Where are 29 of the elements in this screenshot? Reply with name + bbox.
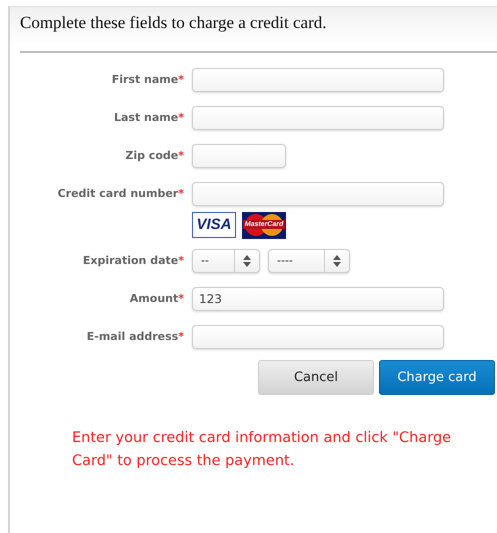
cancel-button[interactable]: Cancel [258,360,374,395]
select-field[interactable]: ---- [268,249,350,273]
input-field[interactable]: 123 [192,287,444,311]
charge-button[interactable]: Charge card [379,360,495,395]
input-field[interactable] [192,182,444,206]
up-down-arrows-icon [243,255,251,267]
field-label: Expiration date [82,254,178,267]
field-label: E-mail address [86,330,178,343]
input-field[interactable] [192,325,444,349]
input-field[interactable] [192,144,286,168]
field-label: First name [112,73,178,86]
up-down-arrows-icon [333,255,341,267]
select-field[interactable]: -- [192,249,260,273]
required-mark: * [178,73,184,86]
required-mark: * [178,149,184,162]
instruction-message: Enter your credit card information and click "Charge Card" to process the payment. [72,429,452,471]
required-mark: * [178,187,184,200]
visa-card-logo: VISA [192,212,236,238]
input-field[interactable] [192,106,444,130]
field-label: Amount [130,292,178,305]
required-mark: * [178,330,184,343]
field-label: Credit card number [58,187,178,200]
required-mark: * [178,111,184,124]
field-label: Zip code [125,149,178,162]
required-mark: * [178,254,184,267]
form-title: Complete these fields to charge a credit card. [20,13,328,33]
required-mark: * [178,292,184,305]
field-label: Last name [114,111,178,124]
input-field[interactable] [192,68,444,92]
